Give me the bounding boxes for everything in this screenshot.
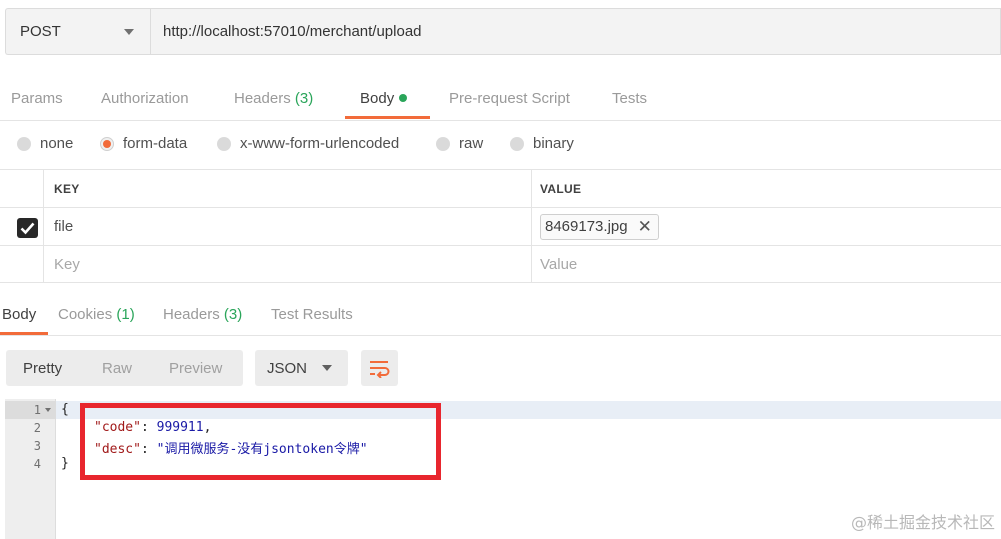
row-enabled-checkbox[interactable] <box>17 218 38 238</box>
radio-raw-label: raw <box>459 135 484 152</box>
table-row-empty: Key Value <box>0 245 1001 283</box>
radio-none-label: none <box>40 135 74 152</box>
body-status-dot-icon <box>399 94 408 102</box>
table-header-check-cell <box>0 170 44 207</box>
request-url-bar: POST http://localhost:57010/merchant/upl… <box>5 8 1001 55</box>
line-number: 4 <box>33 457 41 471</box>
view-pretty-button[interactable]: Pretty <box>23 360 62 377</box>
view-preview-button[interactable]: Preview <box>169 360 222 377</box>
url-text: http://localhost:57010/merchant/upload <box>163 23 422 40</box>
radio-circle-icon <box>217 136 231 151</box>
radio-binary-label: binary <box>533 135 574 152</box>
radio-raw[interactable]: raw <box>436 135 483 152</box>
tab-cookies-count: (1) <box>116 306 135 323</box>
tab-tests[interactable]: Tests <box>612 90 647 107</box>
request-tabs: Params Authorization Headers (3) Body Pr… <box>0 80 1001 121</box>
tab-headers-count: (3) <box>294 90 314 107</box>
tab-response-headers-label: Headers <box>163 306 220 323</box>
tab-body[interactable]: Body <box>360 90 408 107</box>
file-chip: 8469173.jpg ✕ <box>540 213 659 240</box>
tab-headers-label: Headers <box>234 90 291 107</box>
body-type-radio-group: none form-data x-www-form-urlencoded raw… <box>0 132 1001 158</box>
line-number: 3 <box>33 439 41 453</box>
key-cell[interactable]: file <box>44 208 532 245</box>
wrap-lines-icon <box>370 361 390 378</box>
watermark: @稀土掘金技术社区 <box>850 513 995 532</box>
line-number: 1 <box>33 403 41 417</box>
row-check-cell <box>0 208 44 245</box>
radio-circle-icon <box>17 136 31 151</box>
tab-response-headers-count: (3) <box>223 306 243 323</box>
key-input[interactable]: Key <box>44 246 532 282</box>
response-tabs: Body Cookies (1) Headers (3) Test Result… <box>0 296 1001 336</box>
radio-circle-icon <box>436 136 450 151</box>
radio-binary[interactable]: binary <box>510 135 574 152</box>
radio-urlencoded-label: x-www-form-urlencoded <box>240 135 400 152</box>
divider <box>0 120 1001 121</box>
tab-cookies[interactable]: Cookies (1) <box>58 306 135 323</box>
tab-cookies-label: Cookies <box>58 306 113 323</box>
code-close-brace: } <box>61 456 69 471</box>
code-open-brace: { <box>61 402 69 417</box>
column-header-value: VALUE <box>540 181 582 196</box>
chevron-down-icon <box>124 29 134 35</box>
tab-params[interactable]: Params <box>11 90 63 107</box>
chevron-down-icon <box>322 365 332 371</box>
column-header-key: KEY <box>44 170 532 207</box>
value-input[interactable]: Value <box>532 246 1001 282</box>
radio-selected-icon <box>100 136 114 151</box>
row-check-cell <box>0 246 44 282</box>
checkmark-icon <box>20 222 35 235</box>
url-input[interactable]: http://localhost:57010/merchant/upload <box>150 8 1001 55</box>
tab-response-body[interactable]: Body <box>2 306 36 323</box>
radio-form-data[interactable]: form-data <box>100 135 187 152</box>
table-header-row: KEY VALUE <box>0 169 1001 207</box>
tab-authorization[interactable]: Authorization <box>101 90 189 107</box>
format-select[interactable]: JSON <box>255 350 348 386</box>
radio-circle-icon <box>510 136 524 151</box>
method-label: POST <box>20 23 61 40</box>
tab-headers[interactable]: Headers (3) <box>234 90 313 107</box>
table-row: file 8469173.jpg ✕ <box>0 207 1001 245</box>
remove-file-icon[interactable]: ✕ <box>638 218 652 235</box>
key-text: file <box>54 218 74 235</box>
radio-none[interactable]: none <box>17 135 73 152</box>
tab-body-label: Body <box>360 90 395 107</box>
tab-test-results[interactable]: Test Results <box>271 306 353 323</box>
tab-prerequest-script[interactable]: Pre-request Script <box>449 90 570 107</box>
fold-arrow-icon[interactable] <box>45 408 51 412</box>
method-select[interactable]: POST <box>5 8 150 55</box>
view-mode-group: Pretty Raw Preview <box>6 350 243 386</box>
file-name: 8469173.jpg <box>545 218 628 235</box>
tab-response-headers[interactable]: Headers (3) <box>163 306 242 323</box>
radio-x-www-form-urlencoded[interactable]: x-www-form-urlencoded <box>217 135 399 152</box>
divider <box>0 335 1001 336</box>
view-raw-button[interactable]: Raw <box>102 360 132 377</box>
active-tab-indicator <box>345 116 430 119</box>
value-cell: 8469173.jpg ✕ <box>532 208 1001 245</box>
annotation-highlight-box <box>80 403 441 480</box>
format-label: JSON <box>267 359 308 377</box>
wrap-lines-button[interactable] <box>361 350 398 386</box>
line-number: 2 <box>33 421 41 435</box>
radio-form-data-label: form-data <box>123 135 188 152</box>
form-data-table: KEY VALUE file 8469173.jpg ✕ Key Value <box>0 169 1001 283</box>
